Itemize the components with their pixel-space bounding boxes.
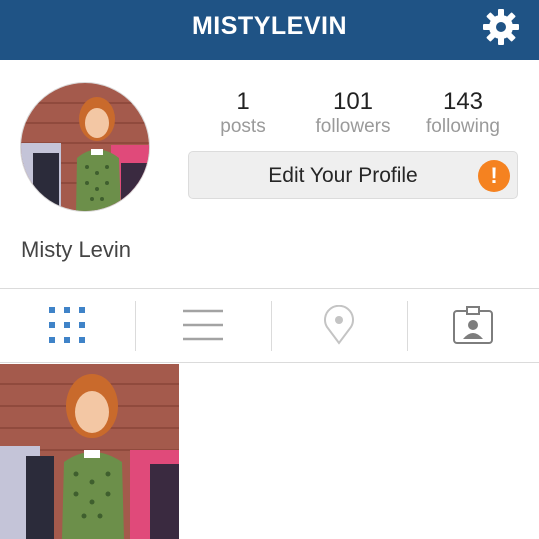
following-label: following bbox=[426, 116, 500, 137]
tab-list[interactable] bbox=[136, 289, 270, 362]
gear-icon[interactable] bbox=[481, 7, 521, 47]
followers-label: followers bbox=[315, 116, 391, 137]
followers-count: 101 bbox=[332, 88, 374, 115]
edit-profile-label: Edit Your Profile bbox=[268, 164, 418, 187]
post-thumbnail[interactable] bbox=[0, 364, 179, 539]
warning-icon: ! bbox=[478, 160, 510, 192]
display-name: Misty Levin bbox=[21, 237, 132, 262]
posts-label: posts bbox=[220, 116, 266, 137]
list-icon bbox=[183, 309, 223, 341]
tab-tagged[interactable] bbox=[406, 289, 539, 362]
avatar[interactable] bbox=[20, 82, 150, 212]
grid-icon bbox=[49, 307, 85, 343]
posts-stat: 1 posts bbox=[193, 88, 293, 138]
tab-grid[interactable] bbox=[0, 289, 134, 362]
tab-location[interactable] bbox=[272, 289, 406, 362]
following-count: 143 bbox=[442, 88, 484, 115]
posts-count: 1 bbox=[236, 88, 250, 115]
following-stat[interactable]: 143 following bbox=[413, 88, 513, 138]
edit-profile-button[interactable]: Edit Your Profile ! bbox=[188, 151, 518, 199]
location-pin-icon bbox=[324, 305, 354, 345]
username-title: MISTYLEVIN bbox=[191, 12, 347, 40]
tagged-photos-icon bbox=[453, 306, 493, 344]
cartoon-woman-photo bbox=[0, 364, 179, 539]
profile-tab-bar bbox=[0, 288, 539, 363]
top-bar: MISTYLEVIN bbox=[0, 0, 539, 60]
followers-stat[interactable]: 101 followers bbox=[303, 88, 403, 138]
